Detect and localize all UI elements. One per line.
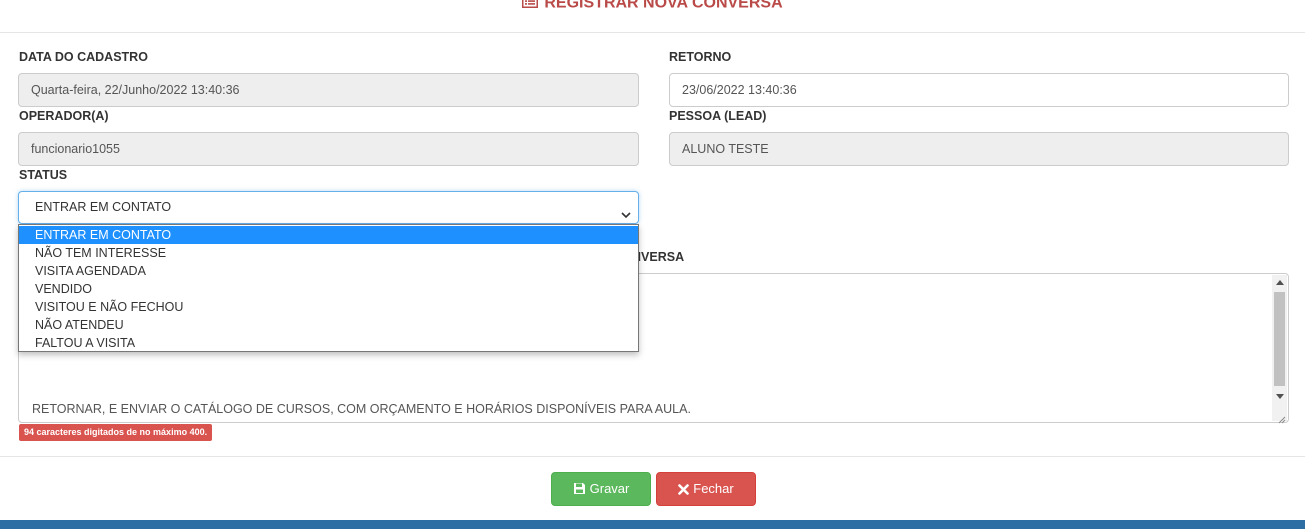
bottom-bar	[0, 520, 1305, 529]
status-option[interactable]: ENTRAR EM CONTATO	[19, 226, 638, 244]
save-button[interactable]: Gravar	[551, 472, 651, 506]
status-option[interactable]: VENDIDO	[19, 280, 638, 298]
pessoa-field: ALUNO TESTE	[669, 132, 1289, 166]
close-button[interactable]: Fechar	[656, 472, 756, 506]
status-label: STATUS	[19, 168, 68, 182]
status-option[interactable]: FALTOU A VISITA	[19, 334, 638, 352]
data-cadastro-label: DATA DO CADASTRO	[19, 50, 148, 64]
close-icon	[678, 481, 693, 496]
save-button-label: Gravar	[589, 481, 630, 496]
modal-title: REGISTRAR NOVA CONVERSA	[0, 0, 1305, 13]
modal-header: REGISTRAR NOVA CONVERSA	[0, 0, 1305, 33]
status-option[interactable]: VISITA AGENDADA	[19, 262, 638, 280]
status-dropdown-list[interactable]: ENTRAR EM CONTATO NÃO TEM INTERESSE VISI…	[18, 224, 639, 352]
list-alt-icon	[522, 0, 539, 13]
status-select[interactable]: ENTRAR EM CONTATO	[18, 191, 639, 224]
status-option[interactable]: NÃO ATENDEU	[19, 316, 638, 334]
scroll-down-arrow-icon[interactable]	[1276, 394, 1284, 399]
retorno-label: RETORNO	[669, 50, 732, 64]
status-option[interactable]: NÃO TEM INTERESSE	[19, 244, 638, 262]
status-select-value: ENTRAR EM CONTATO	[35, 200, 172, 214]
status-option[interactable]: VISITOU E NÃO FECHOU	[19, 298, 638, 316]
data-cadastro-field: Quarta-feira, 22/Junho/2022 13:40:36	[18, 73, 639, 107]
footer-divider	[0, 456, 1305, 457]
operador-field: funcionario1055	[18, 132, 639, 166]
conversa-text: RETORNAR, E ENVIAR O CATÁLOGO DE CURSOS,…	[32, 402, 691, 416]
resize-handle-icon[interactable]	[1278, 412, 1286, 424]
chevron-down-icon	[620, 202, 632, 219]
retorno-field[interactable]: 23/06/2022 13:40:36	[669, 73, 1289, 107]
scroll-thumb[interactable]	[1274, 292, 1285, 386]
textarea-scrollbar[interactable]	[1272, 275, 1287, 421]
char-counter-badge: 94 caracteres digitados de no máximo 400…	[19, 424, 213, 441]
conversa-label: NVERSA	[632, 250, 685, 264]
operador-label: OPERADOR(A)	[19, 109, 109, 123]
scroll-up-arrow-icon[interactable]	[1276, 280, 1284, 285]
close-button-label: Fechar	[693, 481, 734, 496]
modal-title-text: REGISTRAR NOVA CONVERSA	[544, 0, 783, 12]
floppy-disk-icon	[573, 481, 590, 496]
pessoa-label: PESSOA (LEAD)	[669, 109, 767, 123]
